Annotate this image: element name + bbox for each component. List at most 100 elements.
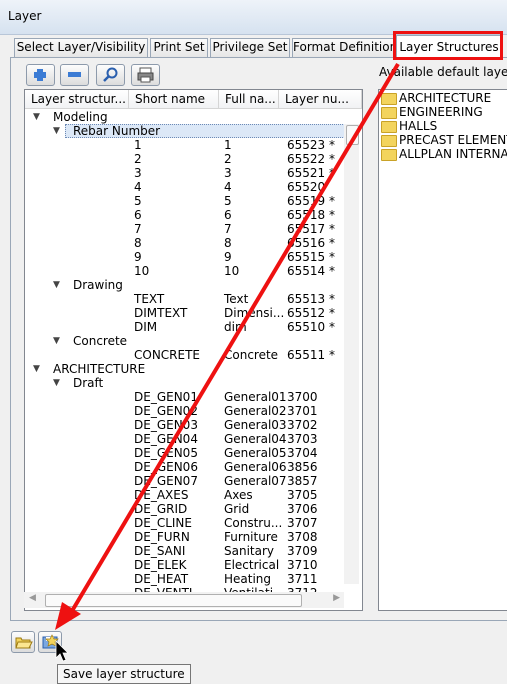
tab-label: Print Set [153, 40, 205, 54]
tree-vertical-scrollbar[interactable] [344, 124, 359, 584]
scroll-right-arrow-icon[interactable]: ▶ [333, 593, 340, 603]
available-default-layer-label: Available default layer [379, 65, 507, 79]
add-icon [34, 69, 46, 81]
tree-cell-short: CONCRETE [134, 348, 201, 362]
tree-row[interactable]: 7 7 65517 * [25, 222, 345, 236]
tree-cell-full: 2 [224, 152, 232, 166]
tree-row[interactable]: 3 3 65521 * [25, 166, 345, 180]
title-bar: Layer [0, 0, 507, 35]
tree-row[interactable]: ▼ Draft [25, 376, 345, 390]
tree-row[interactable]: DE_SANI Sanitary 3709 [25, 544, 345, 558]
tree-cell-num: 3711 [287, 572, 318, 586]
remove-button[interactable] [60, 64, 89, 86]
column-header-full-name[interactable]: Full na... [219, 90, 279, 109]
tree-row[interactable]: DE_GEN06 General06 3856 [25, 460, 345, 474]
expand-caret-icon[interactable]: ▼ [33, 362, 40, 376]
tree-cell-full: General05 [224, 446, 287, 460]
open-layer-structure-button[interactable] [11, 631, 35, 653]
tree-cell-full: Text [224, 292, 249, 306]
folder-icon [381, 121, 397, 133]
folder-label: ARCHITECTURE [399, 91, 492, 105]
add-button[interactable] [26, 64, 55, 86]
tree-cell-num: 3709 [287, 544, 318, 558]
tree-row[interactable]: DE_FURN Furniture 3708 [25, 530, 345, 544]
tree-row[interactable]: ▼ Modeling [25, 110, 345, 124]
expand-caret-icon[interactable]: ▼ [53, 376, 60, 390]
tree-row[interactable]: TEXT Text 65513 * [25, 292, 345, 306]
folder-item[interactable]: HALLS [381, 119, 507, 133]
folder-item[interactable]: PRECAST ELEMENTS [381, 133, 507, 147]
tree-row[interactable]: DIMTEXT Dimensi... 65512 * [25, 306, 345, 320]
tree-cell-full: 6 [224, 208, 232, 222]
tree-cell-full: dim [224, 320, 247, 334]
tree-row[interactable]: DE_GEN04 General04 3703 [25, 432, 345, 446]
tree-row[interactable]: 9 9 65515 * [25, 250, 345, 264]
tree-row[interactable]: DE_GEN02 General02 3701 [25, 404, 345, 418]
tree-row[interactable]: 1 1 65523 * [25, 138, 345, 152]
tree-vertical-scroll-thumb[interactable] [346, 125, 359, 145]
tree-horizontal-scroll-thumb[interactable] [45, 594, 302, 607]
tree-row[interactable]: DE_GEN03 General03 3702 [25, 418, 345, 432]
tab-label: Format Definition [293, 40, 394, 54]
column-header-layer-number[interactable]: Layer nu... [279, 90, 362, 109]
tab-format-definition[interactable]: Format Definition [292, 38, 394, 57]
default-layer-list[interactable]: ARCHITECTURE ENGINEERING HALLS PRECAST ELEM… [378, 89, 507, 611]
folder-item[interactable]: ENGINEERING [381, 105, 507, 119]
tree-cell-full: Sanitary [224, 544, 275, 558]
tree-node-label: Concrete [73, 334, 128, 348]
tree-row[interactable]: CONCRETE Concrete 65511 * [25, 348, 345, 362]
tree-row[interactable]: ▼ ARCHITECTURE [25, 362, 345, 376]
tree-cell-short: DE_GEN07 [134, 474, 198, 488]
tree-cell-full: 3 [224, 166, 232, 180]
tree-cell-full: Heating [224, 572, 272, 586]
tree-row[interactable]: DE_HEAT Heating 3711 [25, 572, 345, 586]
tree-cell-num: 65513 * [287, 292, 335, 306]
search-button[interactable] [96, 64, 125, 86]
tree-row[interactable]: 2 2 65522 * [25, 152, 345, 166]
tree-row[interactable]: DE_AXES Axes 3705 [25, 488, 345, 502]
tree-row[interactable]: ▼ Drawing [25, 278, 345, 292]
tree-node-label: Drawing [73, 278, 123, 292]
tab-privilege-set[interactable]: Privilege Set [210, 38, 290, 57]
tree-row[interactable]: 5 5 65519 * [25, 194, 345, 208]
expand-caret-icon[interactable]: ▼ [53, 124, 60, 138]
expand-caret-icon[interactable]: ▼ [53, 334, 60, 348]
save-layer-structure-tooltip: Save layer structure [57, 664, 191, 684]
tree-row[interactable]: 10 10 65514 * [25, 264, 345, 278]
tree-row[interactable]: DE_GRID Grid 3706 [25, 502, 345, 516]
scroll-left-arrow-icon[interactable]: ◀ [29, 593, 36, 603]
annotation-highlight-box [393, 31, 503, 60]
tab-print-set[interactable]: Print Set [150, 38, 208, 57]
print-button[interactable] [131, 64, 160, 86]
column-header-layer-structure[interactable]: Layer structur... [25, 90, 129, 109]
folder-item[interactable]: ARCHITECTURE [381, 91, 507, 105]
tree-cell-full: Furniture [224, 530, 278, 544]
layer-structure-tree[interactable]: Layer structur... Short name Full na... … [24, 89, 363, 611]
tree-row[interactable]: 4 4 65520 [25, 180, 345, 194]
tree-cell-short: 7 [134, 222, 142, 236]
tree-cell-full: 4 [224, 180, 232, 194]
tree-row[interactable]: DE_GEN07 General07 3857 [25, 474, 345, 488]
tree-row[interactable]: DE_CLINE Constru... 3707 [25, 516, 345, 530]
tree-row[interactable]: ▼ Rebar Number [25, 124, 345, 138]
folder-label: PRECAST ELEMENTS [399, 133, 507, 147]
save-folder-icon [42, 634, 59, 649]
expand-caret-icon[interactable]: ▼ [53, 278, 60, 292]
tree-row[interactable]: DE_ELEK Electrical 3710 [25, 558, 345, 572]
expand-caret-icon[interactable]: ▼ [33, 110, 40, 124]
tree-row[interactable]: ▼ Concrete [25, 334, 345, 348]
tree-row[interactable]: DE_GEN05 General05 3704 [25, 446, 345, 460]
tree-cell-full: General06 [224, 460, 287, 474]
tree-cell-short: DE_GEN04 [134, 432, 198, 446]
tree-cell-full: Concrete [224, 348, 279, 362]
folder-item[interactable]: ALLPLAN INTERNATIONAL [381, 147, 507, 161]
tree-row[interactable]: 6 6 65518 * [25, 208, 345, 222]
save-layer-structure-button[interactable] [38, 631, 62, 653]
tree-row[interactable]: DE_GEN01 General01 3700 [25, 390, 345, 404]
tree-cell-num: 3703 [287, 432, 318, 446]
tree-row[interactable]: 8 8 65516 * [25, 236, 345, 250]
column-header-short-name[interactable]: Short name [129, 90, 219, 109]
tree-cell-full: 9 [224, 250, 232, 264]
tab-select-layer-visibility[interactable]: Select Layer/Visibility [14, 38, 148, 57]
tree-row[interactable]: DIM dim 65510 * [25, 320, 345, 334]
